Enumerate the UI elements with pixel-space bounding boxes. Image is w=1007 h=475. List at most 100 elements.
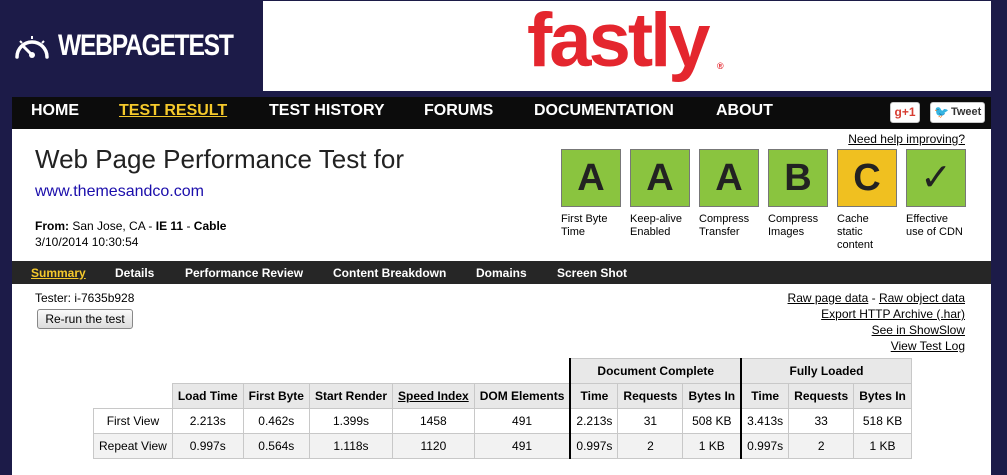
nav-test-history[interactable]: TEST HISTORY <box>269 102 385 120</box>
connection-value: Cable <box>193 219 227 233</box>
table-cell: 1.118s <box>308 433 394 459</box>
webpagetest-logo[interactable]: WEBPAGETEST <box>12 26 271 66</box>
separator: - <box>868 291 879 305</box>
grade-cdn[interactable]: ✓ Effective use of CDN <box>906 149 966 239</box>
grade-label: Compress Transfer <box>699 213 750 238</box>
table-cell: 2.213s <box>569 408 619 434</box>
fastly-logo: fastly <box>527 0 711 83</box>
grade-letter: A <box>630 149 690 207</box>
logo-text: WEBPAGETEST <box>58 29 234 62</box>
table-cell: 1120 <box>392 433 475 459</box>
grade-compress-transfer[interactable]: A Compress Transfer <box>699 149 759 239</box>
table-row: Repeat View 0.997s 0.564s 1.118s 1120 49… <box>93 433 912 459</box>
grade-label: Compress Images <box>768 213 819 238</box>
col-full-time: Time <box>740 383 790 409</box>
table-cell: 508 KB <box>682 408 742 434</box>
separator: - <box>186 219 194 233</box>
view-test-log-link[interactable]: View Test Log <box>891 339 965 353</box>
table-cell: 518 KB <box>853 408 912 434</box>
grade-compress-images[interactable]: B Compress Images <box>768 149 828 239</box>
tab-domains[interactable]: Domains <box>476 266 527 280</box>
table-cell: 1458 <box>392 408 475 434</box>
test-location: From: San Jose, CA - IE 11 - Cable <box>35 219 226 233</box>
main-nav: HOME TEST RESULT TEST HISTORY FORUMS DOC… <box>12 97 991 129</box>
rerun-test-button[interactable]: Re-run the test <box>37 309 133 329</box>
tested-url-link[interactable]: www.themesandco.com <box>35 183 204 201</box>
tab-details[interactable]: Details <box>115 266 154 280</box>
tab-screen-shot[interactable]: Screen Shot <box>557 266 627 280</box>
twitter-bird-icon: 🐦 <box>934 105 949 119</box>
col-doc-requests: Requests <box>617 383 684 409</box>
nav-home[interactable]: HOME <box>31 102 79 120</box>
tab-summary[interactable]: Summary <box>31 266 86 280</box>
table-cell: 1 KB <box>853 433 912 459</box>
showslow-link[interactable]: See in ShowSlow <box>872 323 965 337</box>
table-cell: 31 <box>617 408 684 434</box>
from-label: From: <box>35 219 69 233</box>
grade-letter: B <box>768 149 828 207</box>
tab-performance-review[interactable]: Performance Review <box>185 266 303 280</box>
col-speed-index-link[interactable]: Speed Index <box>392 383 475 409</box>
table-cell: 491 <box>473 433 571 459</box>
raw-page-data-link[interactable]: Raw page data <box>788 291 869 305</box>
content-area: Need help improving? Web Page Performanc… <box>12 129 991 475</box>
grade-letter: A <box>561 149 621 207</box>
test-date: 3/10/2014 10:30:54 <box>35 235 139 249</box>
grade-label: Effective use of CDN <box>906 213 963 238</box>
grade-label: First Byte Time <box>561 213 608 238</box>
registered-mark: ® <box>717 61 724 71</box>
table-cell: 0.997s <box>569 433 619 459</box>
separator: - <box>148 219 156 233</box>
tweet-button[interactable]: 🐦 Tweet <box>930 102 985 123</box>
nav-forums[interactable]: FORUMS <box>424 102 493 120</box>
col-load-time: Load Time <box>171 383 244 409</box>
page-title: Web Page Performance Test for <box>35 144 405 174</box>
tab-content-breakdown[interactable]: Content Breakdown <box>333 266 446 280</box>
table-cell: 2.213s <box>171 408 244 434</box>
table-cell: 33 <box>788 408 855 434</box>
group-header-document-complete: Document Complete <box>569 358 742 384</box>
grade-letter: A <box>699 149 759 207</box>
col-start-render: Start Render <box>308 383 394 409</box>
nav-documentation[interactable]: DOCUMENTATION <box>534 102 674 120</box>
table-cell: 0.997s <box>740 433 790 459</box>
checkmark-icon: ✓ <box>906 149 966 207</box>
nav-about[interactable]: ABOUT <box>716 102 773 120</box>
location-value: San Jose, CA <box>72 219 146 233</box>
group-header-fully-loaded: Fully Loaded <box>740 358 912 384</box>
table-cell: 1.399s <box>308 408 394 434</box>
table-cell: 2 <box>617 433 684 459</box>
export-har-link[interactable]: Export HTTP Archive (.har) <box>821 307 965 321</box>
col-doc-time: Time <box>569 383 619 409</box>
table-cell: 0.462s <box>242 408 310 434</box>
table-cell: 2 <box>788 433 855 459</box>
empty-cell <box>93 358 571 384</box>
grade-cache-static[interactable]: C Cache static content <box>837 149 897 252</box>
ad-banner[interactable]: fastly ® <box>263 0 991 91</box>
speedometer-icon <box>15 36 49 59</box>
col-dom-elements: DOM Elements <box>473 383 571 409</box>
grade-keep-alive[interactable]: A Keep-alive Enabled <box>630 149 690 239</box>
grade-label: Keep-alive Enabled <box>630 213 682 238</box>
row-label: First View <box>93 408 173 434</box>
grade-letter: C <box>837 149 897 207</box>
help-improving-link[interactable]: Need help improving? <box>848 132 965 146</box>
table-cell: 491 <box>473 408 571 434</box>
tester-id: Tester: i-7635b928 <box>35 291 135 305</box>
col-first-byte: First Byte <box>242 383 310 409</box>
grade-label: Cache static content <box>837 213 874 251</box>
grade-first-byte-time[interactable]: A First Byte Time <box>561 149 621 239</box>
raw-object-data-link[interactable]: Raw object data <box>879 291 965 305</box>
empty-cell <box>93 383 173 409</box>
col-doc-bytes: Bytes In <box>682 383 742 409</box>
browser-value: IE 11 <box>155 219 184 233</box>
col-full-bytes: Bytes In <box>853 383 912 409</box>
tweet-label: Tweet <box>950 106 982 118</box>
raw-data-links: Raw page data - Raw object data <box>788 291 965 305</box>
nav-test-result[interactable]: TEST RESULT <box>119 102 227 120</box>
google-plus-button[interactable]: g+1 <box>890 102 920 123</box>
table-cell: 0.564s <box>242 433 310 459</box>
sub-nav: Summary Details Performance Review Conte… <box>12 261 991 284</box>
col-full-requests: Requests <box>788 383 855 409</box>
results-table: Document Complete Fully Loaded Load Time… <box>93 358 912 459</box>
